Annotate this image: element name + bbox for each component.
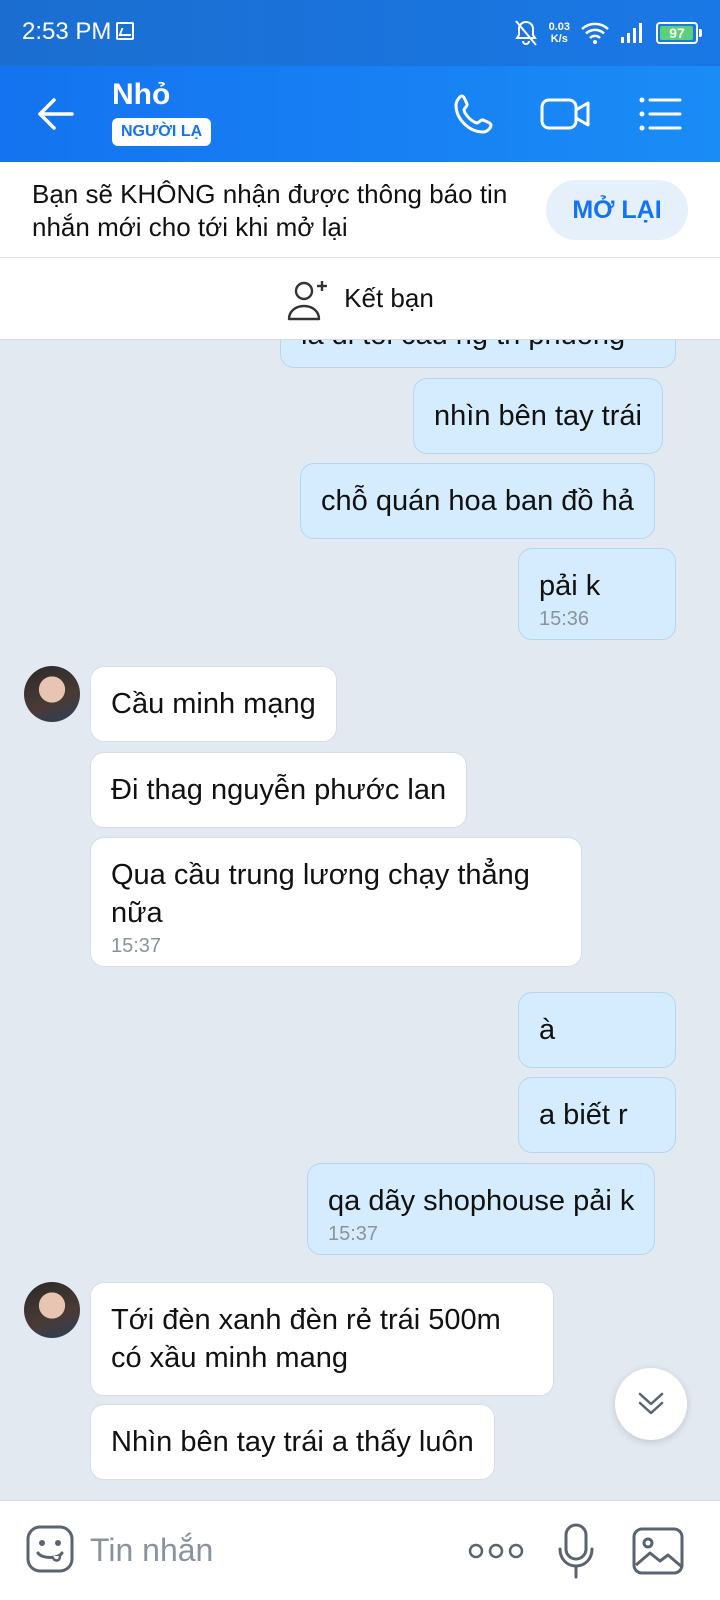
message-incoming[interactable]: Tới đèn xanh đèn rẻ trái 500m có xầu min…	[90, 1282, 554, 1396]
message-outgoing[interactable]: nhìn bên tay trái	[413, 378, 663, 454]
message-outgoing[interactable]: la di toi cau ng th phuong	[280, 340, 676, 368]
status-time: 2:53 PM	[22, 18, 112, 45]
message-outgoing[interactable]: pải k 15:36	[518, 548, 676, 640]
status-indicators: 0.03 K/s 97	[513, 16, 702, 50]
message-outgoing[interactable]: qa dãy shophouse pải k 15:37	[307, 1163, 656, 1255]
network-speed-value: 0.03	[548, 21, 570, 33]
message-incoming[interactable]: Đi thag nguyễn phước lan	[90, 752, 468, 828]
message-time: 15:36	[539, 608, 590, 630]
video-camera-icon	[540, 98, 590, 130]
battery-indicator: 97	[656, 22, 702, 44]
message-text: chỗ quán hoa ban đồ hả	[321, 485, 634, 517]
signal-icon	[621, 23, 642, 43]
add-person-icon	[287, 280, 328, 320]
more-dots-icon	[468, 1543, 524, 1559]
emoji-button[interactable]	[24, 1523, 76, 1575]
reopen-button[interactable]: MỞ LẠI	[546, 180, 688, 240]
message-text: nhìn bên tay trái	[434, 400, 642, 432]
message-text: Đi thag nguyễn phước lan	[111, 774, 447, 806]
send-image-button[interactable]	[630, 1523, 686, 1579]
arrow-left-icon	[38, 98, 74, 130]
stranger-badge: NGƯỜI LẠ	[112, 118, 212, 146]
message-input-bar	[0, 1500, 720, 1600]
message-list[interactable]: la di toi cau ng th phuong nhìn bên tay …	[0, 340, 720, 1500]
microphone-icon	[558, 1523, 594, 1579]
message-text: à	[539, 1014, 556, 1046]
mute-notice: Bạn sẽ KHÔNG nhận được thông báo tin nhắ…	[0, 162, 720, 258]
battery-level: 97	[669, 25, 685, 41]
add-friend-button[interactable]: Kết bạn	[0, 258, 720, 340]
message-outgoing[interactable]: à	[518, 992, 676, 1068]
network-speed-unit: K/s	[550, 33, 568, 45]
chat-header: Nhỏ NGƯỜI LẠ	[0, 66, 720, 162]
double-chevron-down-icon	[638, 1392, 664, 1415]
message-input[interactable]	[90, 1525, 430, 1575]
message-text: a biết r	[539, 1099, 628, 1131]
message-text: Qua cầu trung lương chạy thẳng nữa	[111, 859, 530, 929]
message-incoming[interactable]: Nhìn bên tay trái a thấy luôn	[90, 1404, 495, 1480]
message-text: Tới đèn xanh đèn rẻ trái 500m có xầu min…	[111, 1304, 501, 1374]
message-text: la di toi cau ng th phuong	[301, 340, 625, 351]
message-incoming[interactable]: Cầu minh mạng	[90, 666, 337, 742]
network-speed: 0.03 K/s	[549, 21, 570, 45]
message-time: 15:37	[328, 1223, 379, 1245]
wifi-icon	[581, 22, 609, 44]
menu-button[interactable]	[636, 88, 688, 140]
status-bar: 2:53 PM 0.03 K/s 97	[0, 0, 720, 66]
more-options-button[interactable]	[466, 1531, 526, 1571]
list-menu-icon	[639, 97, 682, 131]
scroll-to-bottom-button[interactable]	[615, 1368, 687, 1440]
message-time: 15:37	[111, 935, 162, 957]
message-outgoing[interactable]: chỗ quán hoa ban đồ hả	[300, 463, 655, 539]
message-incoming[interactable]: Qua cầu trung lương chạy thẳng nữa 15:37	[90, 837, 582, 967]
back-button[interactable]	[30, 88, 82, 140]
bell-muted-icon	[514, 20, 537, 46]
voice-message-button[interactable]	[556, 1521, 596, 1581]
message-outgoing[interactable]: a biết r	[518, 1077, 676, 1153]
message-text: Cầu minh mạng	[111, 688, 316, 720]
message-text: qa dãy shophouse pải k	[328, 1185, 635, 1217]
gallery-notification-icon	[116, 22, 134, 40]
avatar[interactable]	[24, 666, 80, 722]
call-button[interactable]	[448, 88, 500, 140]
phone-icon	[454, 94, 493, 134]
notice-text: Bạn sẽ KHÔNG nhận được thông báo tin nhắ…	[32, 179, 508, 242]
image-icon	[632, 1527, 684, 1575]
contact-name[interactable]: Nhỏ	[112, 78, 170, 112]
add-friend-label: Kết bạn	[344, 283, 434, 313]
video-call-button[interactable]	[540, 88, 592, 140]
message-text: pải k	[539, 570, 601, 602]
emoji-icon	[26, 1525, 74, 1573]
message-text: Nhìn bên tay trái a thấy luôn	[111, 1426, 474, 1458]
avatar[interactable]	[24, 1282, 80, 1338]
